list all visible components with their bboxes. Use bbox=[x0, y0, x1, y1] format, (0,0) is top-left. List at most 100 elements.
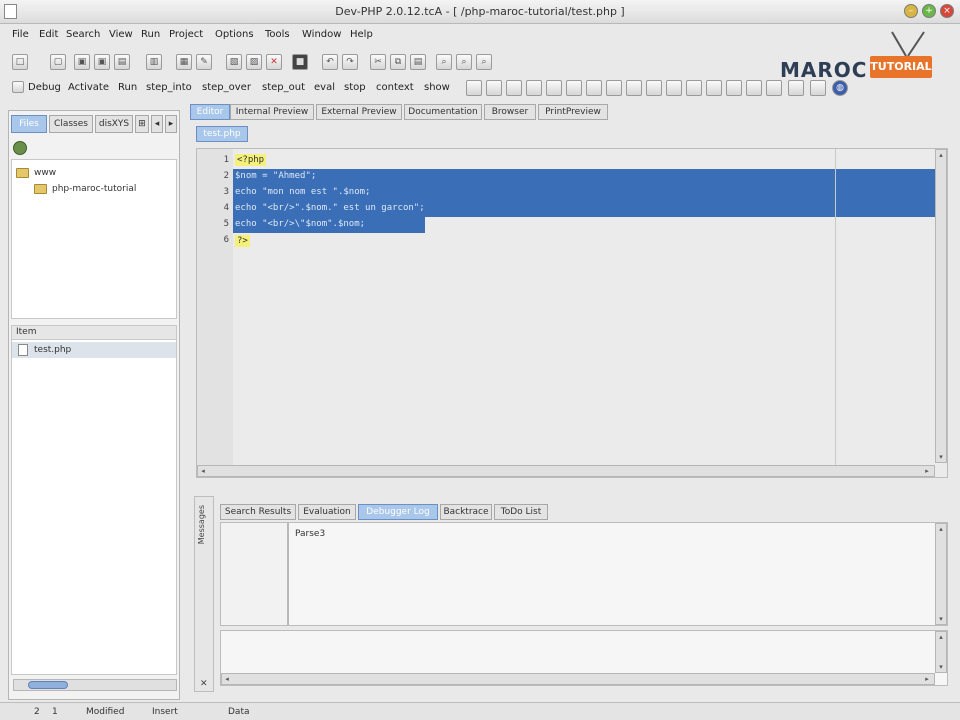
file-tab-test-php[interactable]: test.php bbox=[196, 126, 248, 142]
run-icon[interactable]: ■ bbox=[292, 54, 308, 70]
tab-documentation[interactable]: Documentation bbox=[404, 104, 482, 120]
step-out-button[interactable]: step_out bbox=[262, 82, 305, 93]
tab-scroll-right-icon[interactable]: ▸ bbox=[165, 115, 177, 133]
toolbar-icon-10[interactable] bbox=[646, 80, 662, 96]
tab-external-preview[interactable]: External Preview bbox=[316, 104, 402, 120]
tab-editor[interactable]: Editor bbox=[190, 104, 230, 120]
menu-run[interactable]: Run bbox=[141, 29, 160, 40]
refresh-tree-icon[interactable] bbox=[13, 141, 27, 155]
scroll-right-icon[interactable]: ▸ bbox=[922, 466, 932, 476]
tab-todo-list[interactable]: ToDo List bbox=[494, 504, 548, 520]
code-editor[interactable]: 1 2 3 4 5 6 <?php $nom = "Ahmed"; echo "… bbox=[196, 148, 948, 478]
tab-overflow-icon[interactable]: ⊞ bbox=[135, 115, 149, 133]
menu-project[interactable]: Project bbox=[169, 29, 203, 40]
toolbar-icon-9[interactable] bbox=[626, 80, 642, 96]
minimize-button[interactable]: – bbox=[904, 4, 918, 18]
scroll-down-icon[interactable]: ▾ bbox=[936, 614, 946, 624]
editor-horizontal-scrollbar[interactable]: ◂ ▸ bbox=[197, 465, 935, 477]
save-icon[interactable]: ▣ bbox=[74, 54, 90, 70]
edit-icon[interactable]: ✎ bbox=[196, 54, 212, 70]
menu-window[interactable]: Window bbox=[302, 29, 341, 40]
menu-help[interactable]: Help bbox=[350, 29, 373, 40]
maximize-button[interactable]: + bbox=[922, 4, 936, 18]
run-button[interactable]: Run bbox=[118, 82, 137, 93]
new-file-icon[interactable]: □ bbox=[12, 54, 28, 70]
tree-item-php-maroc-tutorial[interactable]: php-maroc-tutorial bbox=[52, 184, 136, 194]
tab-backtrace[interactable]: Backtrace bbox=[440, 504, 492, 520]
tab-third[interactable]: disXYS bbox=[95, 115, 133, 133]
list-item[interactable]: test.php bbox=[12, 342, 176, 358]
show-button[interactable]: show bbox=[424, 82, 450, 93]
paste-icon[interactable]: ▤ bbox=[410, 54, 426, 70]
scroll-left-icon[interactable]: ◂ bbox=[222, 674, 232, 684]
log-vertical-scrollbar[interactable]: ▴ ▾ bbox=[935, 523, 947, 625]
cut-icon[interactable]: ✂ bbox=[370, 54, 386, 70]
tab-browser[interactable]: Browser bbox=[484, 104, 536, 120]
delete-icon[interactable]: ✕ bbox=[266, 54, 282, 70]
menu-search[interactable]: Search bbox=[66, 29, 100, 40]
tab-scroll-left-icon[interactable]: ◂ bbox=[151, 115, 163, 133]
scroll-down-icon[interactable]: ▾ bbox=[936, 452, 946, 462]
activate-button[interactable]: Activate bbox=[68, 82, 109, 93]
toolbar-icon-12[interactable] bbox=[686, 80, 702, 96]
debug-checkbox-icon[interactable] bbox=[12, 81, 24, 93]
scroll-down-icon[interactable]: ▾ bbox=[936, 662, 946, 672]
tab-evaluation[interactable]: Evaluation bbox=[298, 504, 356, 520]
tree-item-www[interactable]: www bbox=[34, 168, 56, 178]
editor-vertical-scrollbar[interactable]: ▴ ▾ bbox=[935, 149, 947, 463]
debug-label[interactable]: Debug bbox=[28, 82, 61, 93]
toolbar-icon-3[interactable] bbox=[506, 80, 522, 96]
save-all-icon[interactable]: ▣ bbox=[94, 54, 110, 70]
scroll-up-icon[interactable]: ▴ bbox=[936, 632, 946, 642]
close-messages-icon[interactable]: ✕ bbox=[200, 679, 208, 689]
toolbar-icon-2[interactable] bbox=[486, 80, 502, 96]
scroll-left-icon[interactable]: ◂ bbox=[198, 466, 208, 476]
left-panel-scrollbar[interactable] bbox=[13, 679, 177, 691]
toolbar-icon-7[interactable] bbox=[586, 80, 602, 96]
remove-icon[interactable]: ▨ bbox=[246, 54, 262, 70]
project-icon[interactable]: ▦ bbox=[176, 54, 192, 70]
toolbar-icon-1[interactable] bbox=[466, 80, 482, 96]
menu-view[interactable]: View bbox=[109, 29, 133, 40]
scroll-right-icon[interactable]: ▸ bbox=[922, 674, 932, 684]
toolbar-icon-4[interactable] bbox=[526, 80, 542, 96]
toolbar-icon-5[interactable] bbox=[546, 80, 562, 96]
tab-internal-preview[interactable]: Internal Preview bbox=[230, 104, 314, 120]
stop-button[interactable]: stop bbox=[344, 82, 366, 93]
menu-options[interactable]: Options bbox=[215, 29, 254, 40]
toolbar-icon-6[interactable] bbox=[566, 80, 582, 96]
context-button[interactable]: context bbox=[376, 82, 414, 93]
detail-vertical-scrollbar[interactable]: ▴ ▾ bbox=[935, 631, 947, 673]
replace-icon[interactable]: ⌕ bbox=[476, 54, 492, 70]
detail-horizontal-scrollbar[interactable]: ◂ ▸ bbox=[221, 673, 935, 685]
copy-icon[interactable]: ⧉ bbox=[390, 54, 406, 70]
undo-icon[interactable]: ↶ bbox=[322, 54, 338, 70]
open-file-icon[interactable]: ▢ bbox=[50, 54, 66, 70]
scroll-thumb[interactable] bbox=[28, 681, 68, 689]
toolbar-icon-8[interactable] bbox=[606, 80, 622, 96]
toolbar-icon-13[interactable] bbox=[706, 80, 722, 96]
tab-classes[interactable]: Classes bbox=[49, 115, 93, 133]
print-icon[interactable]: ▥ bbox=[146, 54, 162, 70]
toolbar-icon-15[interactable] bbox=[746, 80, 762, 96]
tab-search-results[interactable]: Search Results bbox=[220, 504, 296, 520]
menu-tools[interactable]: Tools bbox=[265, 29, 290, 40]
scroll-up-icon[interactable]: ▴ bbox=[936, 524, 946, 534]
menu-edit[interactable]: Edit bbox=[39, 29, 58, 40]
tab-files[interactable]: Files bbox=[11, 115, 47, 133]
close-button[interactable]: × bbox=[940, 4, 954, 18]
redo-icon[interactable]: ↷ bbox=[342, 54, 358, 70]
find-icon[interactable]: ⌕ bbox=[436, 54, 452, 70]
close-file-icon[interactable]: ▤ bbox=[114, 54, 130, 70]
menu-file[interactable]: File bbox=[12, 29, 29, 40]
tab-printpreview[interactable]: PrintPreview bbox=[538, 104, 608, 120]
step-over-button[interactable]: step_over bbox=[202, 82, 251, 93]
toolbar-icon-14[interactable] bbox=[726, 80, 742, 96]
eval-button[interactable]: eval bbox=[314, 82, 335, 93]
toolbar-icon-11[interactable] bbox=[666, 80, 682, 96]
find-next-icon[interactable]: ⌕ bbox=[456, 54, 472, 70]
scroll-up-icon[interactable]: ▴ bbox=[936, 150, 946, 160]
step-into-button[interactable]: step_into bbox=[146, 82, 192, 93]
tab-debugger-log[interactable]: Debugger Log bbox=[358, 504, 438, 520]
add-icon[interactable]: ▧ bbox=[226, 54, 242, 70]
